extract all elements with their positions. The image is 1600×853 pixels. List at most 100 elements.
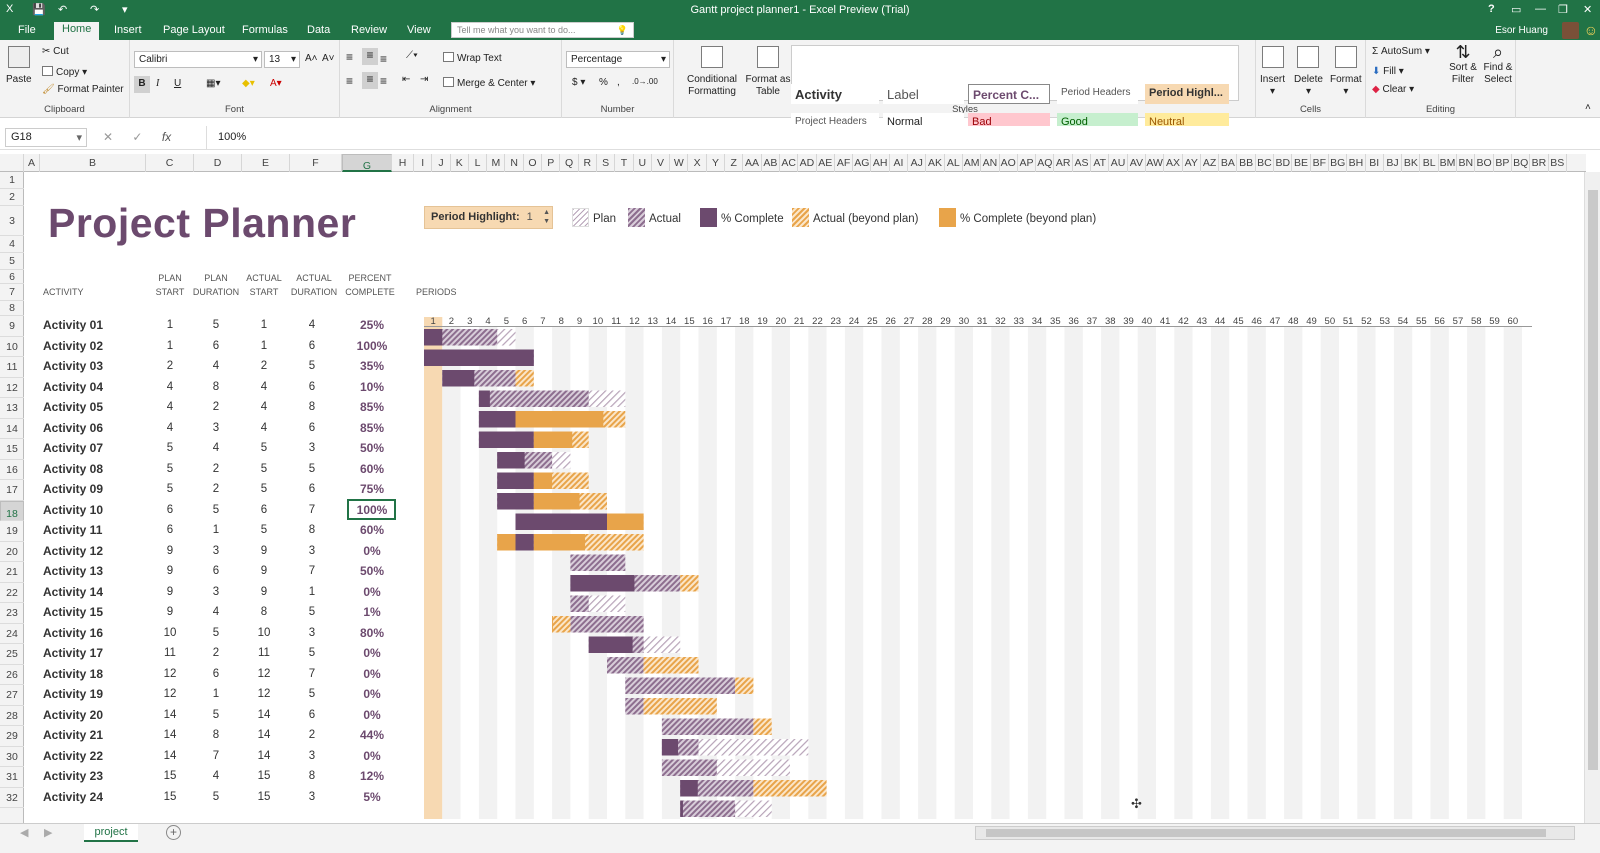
plan-start-cell[interactable]: 4 <box>150 401 190 413</box>
tab-home[interactable]: Home <box>54 22 100 40</box>
column-header-as[interactable]: AS <box>1073 154 1092 172</box>
plan-start-cell[interactable]: 1 <box>150 340 190 352</box>
actual-start-cell[interactable]: 9 <box>244 586 284 598</box>
actual-start-cell[interactable]: 9 <box>244 565 284 577</box>
plan-duration-cell[interactable]: 4 <box>196 442 236 454</box>
row-header-6[interactable]: 6 <box>0 270 24 284</box>
plan-duration-cell[interactable]: 2 <box>196 463 236 475</box>
shrink-font-button[interactable]: A˅ <box>322 53 335 64</box>
orientation-icon[interactable]: ⟋▾ <box>406 50 418 61</box>
column-header-bb[interactable]: BB <box>1238 154 1256 172</box>
column-header-o[interactable]: O <box>524 154 543 172</box>
percent-complete-cell[interactable]: 5% <box>348 790 396 804</box>
column-header-aq[interactable]: AQ <box>1036 154 1055 172</box>
feedback-smile-icon[interactable]: ☺ <box>1584 22 1598 38</box>
column-header-bf[interactable]: BF <box>1311 154 1329 172</box>
plan-start-cell[interactable]: 9 <box>150 586 190 598</box>
restore-icon[interactable]: ❐ <box>1558 3 1568 16</box>
user-name[interactable]: Esor Huang <box>1495 25 1548 36</box>
actual-duration-cell[interactable]: 6 <box>292 483 332 495</box>
plan-start-cell[interactable]: 4 <box>150 422 190 434</box>
horizontal-scrollbar[interactable] <box>975 826 1575 840</box>
percent-complete-cell[interactable]: 85% <box>348 421 396 435</box>
plan-start-cell[interactable]: 5 <box>150 442 190 454</box>
font-color-icon[interactable]: A▾ <box>270 78 282 89</box>
activity-name[interactable]: Activity 02 <box>43 339 103 353</box>
avatar[interactable] <box>1562 22 1579 39</box>
row-header-21[interactable]: 21 <box>0 562 24 583</box>
tab-review[interactable]: Review <box>343 23 395 40</box>
column-header-ah[interactable]: AH <box>872 154 890 172</box>
row-header-7[interactable]: 7 <box>0 284 24 301</box>
actual-duration-cell[interactable]: 3 <box>292 750 332 762</box>
actual-duration-cell[interactable]: 7 <box>292 668 332 680</box>
column-header-b[interactable]: B <box>40 154 146 172</box>
column-header-bj[interactable]: BJ <box>1384 154 1403 172</box>
row-header-30[interactable]: 30 <box>0 747 24 767</box>
plan-duration-cell[interactable]: 7 <box>196 750 236 762</box>
activity-name[interactable]: Activity 10 <box>43 503 103 517</box>
tab-page-layout[interactable]: Page Layout <box>155 23 233 40</box>
column-header-y[interactable]: Y <box>707 154 726 172</box>
plan-duration-cell[interactable]: 4 <box>196 360 236 372</box>
actual-start-cell[interactable]: 12 <box>244 688 284 700</box>
row-header-11[interactable]: 11 <box>0 357 24 378</box>
font-name-select[interactable]: Calibri ▾ <box>134 51 262 68</box>
percent-complete-cell[interactable]: 1% <box>348 605 396 619</box>
row-header-2[interactable]: 2 <box>0 189 24 206</box>
activity-name[interactable]: Activity 09 <box>43 482 103 496</box>
increase-decimal-button[interactable]: .0→.00 <box>632 77 658 86</box>
format-cells-button[interactable]: Format ▾ <box>1330 46 1362 98</box>
column-header-aj[interactable]: AJ <box>908 154 927 172</box>
column-header-e[interactable]: E <box>242 154 290 172</box>
plan-start-cell[interactable]: 6 <box>150 504 190 516</box>
row-header-27[interactable]: 27 <box>0 685 24 706</box>
column-header-u[interactable]: U <box>634 154 652 172</box>
percent-complete-cell[interactable]: 75% <box>348 482 396 496</box>
font-size-select[interactable]: 13 ▾ <box>264 51 300 68</box>
percent-complete-cell[interactable]: 44% <box>348 728 396 742</box>
column-header-af[interactable]: AF <box>835 154 854 172</box>
percent-button[interactable]: % <box>599 77 608 88</box>
percent-complete-cell[interactable]: 12% <box>348 769 396 783</box>
percent-complete-cell[interactable]: 50% <box>348 441 396 455</box>
middle-align-icon[interactable]: ≡ <box>362 48 378 65</box>
row-header-12[interactable]: 12 <box>0 378 24 398</box>
activity-name[interactable]: Activity 13 <box>43 564 103 578</box>
activity-name[interactable]: Activity 06 <box>43 421 103 435</box>
row-header-1[interactable]: 1 <box>0 172 24 189</box>
column-header-r[interactable]: R <box>579 154 597 172</box>
column-header-l[interactable]: L <box>469 154 488 172</box>
comma-button[interactable]: , <box>617 77 620 88</box>
plan-start-cell[interactable]: 2 <box>150 360 190 372</box>
column-header-am[interactable]: AM <box>963 154 982 172</box>
close-icon[interactable]: ✕ <box>1583 3 1592 16</box>
plan-start-cell[interactable]: 9 <box>150 606 190 618</box>
percent-complete-cell[interactable]: 0% <box>348 708 396 722</box>
plan-duration-cell[interactable]: 4 <box>196 606 236 618</box>
activity-name[interactable]: Activity 23 <box>43 769 103 783</box>
row-header-32[interactable]: 32 <box>0 788 24 808</box>
plan-duration-cell[interactable]: 1 <box>196 524 236 536</box>
row-header-4[interactable]: 4 <box>0 236 24 253</box>
actual-duration-cell[interactable]: 7 <box>292 504 332 516</box>
plan-duration-cell[interactable]: 6 <box>196 340 236 352</box>
merge-center-button[interactable]: Merge & Center ▾ <box>443 77 535 89</box>
plan-start-cell[interactable]: 11 <box>150 647 190 659</box>
plan-start-cell[interactable]: 12 <box>150 688 190 700</box>
column-header-bn[interactable]: BN <box>1457 154 1476 172</box>
row-header-29[interactable]: 29 <box>0 726 24 747</box>
actual-duration-cell[interactable]: 1 <box>292 586 332 598</box>
activity-name[interactable]: Activity 22 <box>43 749 103 763</box>
selected-cell-g18[interactable] <box>347 499 396 520</box>
activity-name[interactable]: Activity 18 <box>43 667 103 681</box>
column-header-ad[interactable]: AD <box>798 154 817 172</box>
plan-start-cell[interactable]: 14 <box>150 729 190 741</box>
percent-complete-cell[interactable]: 100% <box>348 339 396 353</box>
row-header-16[interactable]: 16 <box>0 460 24 480</box>
percent-complete-cell[interactable]: 0% <box>348 749 396 763</box>
column-header-ao[interactable]: AO <box>1000 154 1018 172</box>
period-highlight-spinner[interactable]: Period Highlight: 1 ▲ ▼ <box>424 206 553 229</box>
column-header-f[interactable]: F <box>290 154 342 172</box>
percent-complete-cell[interactable]: 10% <box>348 380 396 394</box>
